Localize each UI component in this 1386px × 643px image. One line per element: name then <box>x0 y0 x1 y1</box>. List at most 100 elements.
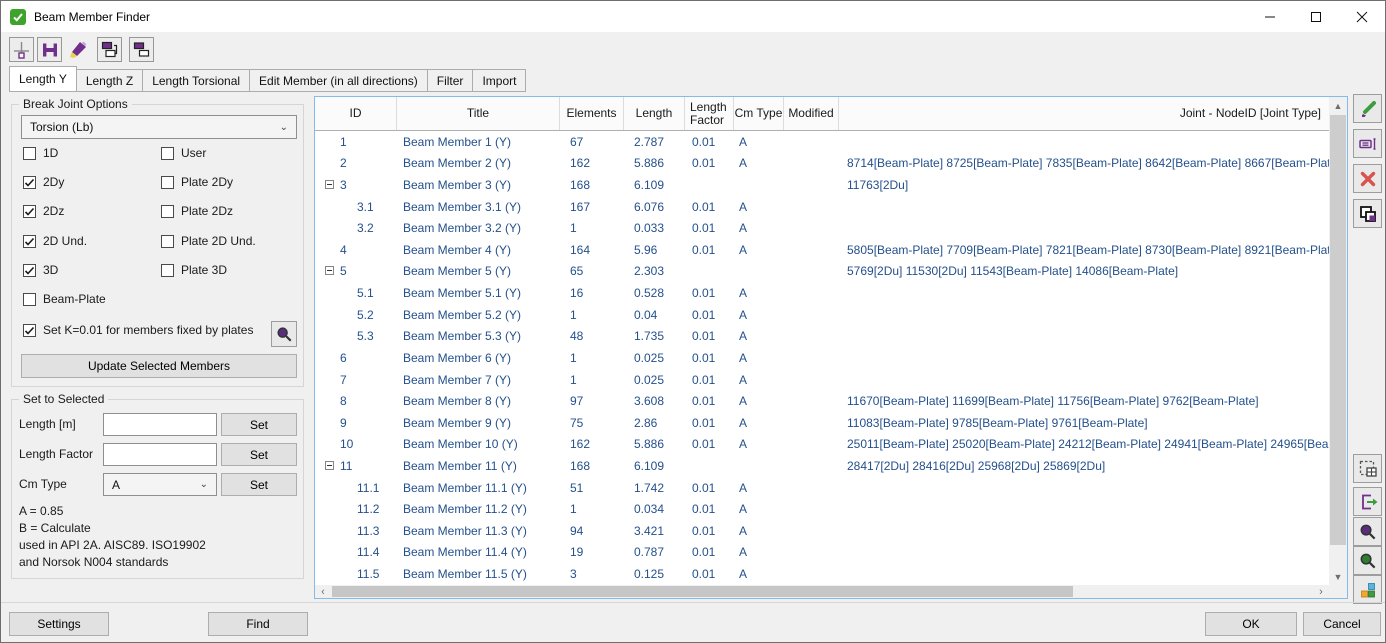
torsion-select[interactable]: Torsion (Lb) ⌄ <box>21 115 297 139</box>
column-header-length-factor[interactable]: Length Factor <box>685 97 734 130</box>
cell-id: 5.3 <box>315 329 374 343</box>
set-length-factor-button[interactable]: Set <box>221 443 297 466</box>
checkbox-3d[interactable]: 3D <box>23 264 161 293</box>
copy-settings-button[interactable] <box>97 37 122 62</box>
export-member-button[interactable] <box>1353 487 1382 516</box>
column-header-joint[interactable]: Joint - NodeID [Joint Type] <box>839 97 1329 130</box>
edit-member-button[interactable] <box>1353 94 1382 123</box>
table-row[interactable]: 11 Beam Member 11 (Y) 168 6.109 28417[2D… <box>315 455 1329 477</box>
checkbox-plate-2dz[interactable]: Plate 2Dz <box>161 205 295 234</box>
select-cells-button[interactable] <box>1353 454 1382 483</box>
table-row[interactable]: 11.5 Beam Member 11.5 (Y) 3 0.125 0.01 A <box>315 563 1329 585</box>
tab-edit-member-in-all-directions[interactable]: Edit Member (in all directions) <box>250 69 428 92</box>
rename-member-button[interactable] <box>1353 129 1382 158</box>
set-cm-type-button[interactable]: Set <box>221 473 297 496</box>
tab-length-z[interactable]: Length Z <box>77 69 143 92</box>
brush-clear-icon <box>67 39 89 61</box>
length-input[interactable] <box>103 413 217 436</box>
vertical-scroll-thumb[interactable] <box>1330 115 1346 545</box>
horizontal-scroll-thumb[interactable] <box>332 586 1073 597</box>
length-factor-input[interactable] <box>103 443 217 466</box>
cell-cm-type: A <box>734 524 784 538</box>
table-row[interactable]: 3 Beam Member 3 (Y) 168 6.109 11763[2Du] <box>315 174 1329 196</box>
checkbox-box <box>23 205 36 218</box>
table-row[interactable]: 10 Beam Member 10 (Y) 162 5.886 0.01 A 2… <box>315 434 1329 456</box>
find-button[interactable]: Find <box>208 612 308 636</box>
column-header-cm-type[interactable]: Cm Type <box>734 97 784 130</box>
checkbox-2d-und[interactable]: 2D Und. <box>23 235 161 264</box>
delete-member-button[interactable] <box>1353 164 1382 193</box>
cancel-button[interactable]: Cancel <box>1303 612 1381 636</box>
cell-cm-type: A <box>734 373 784 387</box>
cell-title: Beam Member 11.3 (Y) <box>397 524 560 538</box>
view-3d-button[interactable] <box>1353 575 1382 604</box>
column-header-elements[interactable]: Elements <box>560 97 624 130</box>
cell-id: 10 <box>315 437 353 451</box>
horizontal-scrollbar[interactable]: ‹ › <box>315 585 1329 598</box>
table-row[interactable]: 3.1 Beam Member 3.1 (Y) 167 6.076 0.01 A <box>315 196 1329 218</box>
joint-node-button[interactable] <box>9 37 34 62</box>
maximize-button[interactable] <box>1293 1 1339 32</box>
column-header-title[interactable]: Title <box>397 97 560 130</box>
settings-button[interactable]: Settings <box>9 612 109 636</box>
tab-length-torsional[interactable]: Length Torsional <box>143 69 250 92</box>
table-row[interactable]: 9 Beam Member 9 (Y) 75 2.86 0.01 A 11083… <box>315 412 1329 434</box>
table-row[interactable]: 2 Beam Member 2 (Y) 162 5.886 0.01 A 871… <box>315 153 1329 175</box>
table-row[interactable]: 4 Beam Member 4 (Y) 164 5.96 0.01 A 5805… <box>315 239 1329 261</box>
vertical-scrollbar[interactable]: ▲ ▼ <box>1329 97 1347 585</box>
table-row[interactable]: 5 Beam Member 5 (Y) 65 2.303 5769[2Du] 1… <box>315 261 1329 283</box>
checkbox-1d[interactable]: 1D <box>23 147 161 176</box>
table-row[interactable]: 5.3 Beam Member 5.3 (Y) 48 1.735 0.01 A <box>315 325 1329 347</box>
column-header-id[interactable]: ID <box>315 97 397 130</box>
cell-title: Beam Member 7 (Y) <box>397 373 560 387</box>
table-row[interactable]: 3.2 Beam Member 3.2 (Y) 1 0.033 0.01 A <box>315 217 1329 239</box>
update-selected-members-button[interactable]: Update Selected Members <box>21 354 297 378</box>
scroll-up-icon[interactable]: ▲ <box>1329 97 1347 114</box>
tab-length-y[interactable]: Length Y <box>9 66 77 92</box>
set-k-find-button[interactable] <box>271 321 297 347</box>
checkbox-user[interactable]: User <box>161 147 295 176</box>
scroll-down-icon[interactable]: ▼ <box>1329 568 1347 585</box>
beam-member-button[interactable] <box>37 37 62 62</box>
column-header-length[interactable]: Length <box>624 97 685 130</box>
table-row[interactable]: 11.4 Beam Member 11.4 (Y) 19 0.787 0.01 … <box>315 542 1329 564</box>
checkbox-set-k[interactable]: Set K=0.01 for members fixed by plates <box>23 324 263 337</box>
close-button[interactable] <box>1339 1 1385 32</box>
scroll-left-icon[interactable]: ‹ <box>315 585 331 598</box>
collapse-expander-icon[interactable] <box>325 266 334 275</box>
collapse-expander-icon[interactable] <box>325 461 334 470</box>
export-member-icon <box>1358 492 1378 512</box>
table-row[interactable]: 8 Beam Member 8 (Y) 97 3.608 0.01 A 1167… <box>315 390 1329 412</box>
tab-filter[interactable]: Filter <box>428 69 474 92</box>
find-purple-button[interactable] <box>1353 517 1382 546</box>
scroll-right-icon[interactable]: › <box>1313 585 1329 598</box>
ok-button[interactable]: OK <box>1205 612 1297 636</box>
scrollbar-corner <box>1329 585 1347 598</box>
table-row[interactable]: 6 Beam Member 6 (Y) 1 0.025 0.01 A <box>315 347 1329 369</box>
table-row[interactable]: 5.2 Beam Member 5.2 (Y) 1 0.04 0.01 A <box>315 304 1329 326</box>
table-row[interactable]: 7 Beam Member 7 (Y) 1 0.025 0.01 A <box>315 369 1329 391</box>
checkbox-2dy[interactable]: 2Dy <box>23 176 161 205</box>
checkbox-2dz[interactable]: 2Dz <box>23 205 161 234</box>
table-row[interactable]: 5.1 Beam Member 5.1 (Y) 16 0.528 0.01 A <box>315 282 1329 304</box>
clear-button[interactable] <box>65 37 90 62</box>
table-row[interactable]: 11.3 Beam Member 11.3 (Y) 94 3.421 0.01 … <box>315 520 1329 542</box>
checkbox-plate-2dy[interactable]: Plate 2Dy <box>161 176 295 205</box>
checkbox-plate-3d[interactable]: Plate 3D <box>161 264 295 293</box>
checkbox-beam-plate[interactable]: Beam-Plate <box>23 293 161 322</box>
cell-joint: 11083[Beam-Plate] 9785[Beam-Plate] 9761[… <box>839 416 1329 430</box>
cell-id: 5.2 <box>315 308 374 322</box>
table-row[interactable]: 1 Beam Member 1 (Y) 67 2.787 0.01 A <box>315 131 1329 153</box>
table-row[interactable]: 11.2 Beam Member 11.2 (Y) 1 0.034 0.01 A <box>315 498 1329 520</box>
find-green-button[interactable] <box>1353 546 1382 575</box>
cm-type-select[interactable]: A ⌄ <box>103 473 217 496</box>
table-row[interactable]: 11.1 Beam Member 11.1 (Y) 51 1.742 0.01 … <box>315 477 1329 499</box>
column-header-modified[interactable]: Modified <box>784 97 839 130</box>
add-member-button[interactable] <box>1353 199 1382 228</box>
collapse-expander-icon[interactable] <box>325 180 334 189</box>
set-length-button[interactable]: Set <box>221 413 297 436</box>
checkbox-plate-2d-und[interactable]: Plate 2D Und. <box>161 235 295 264</box>
minimize-button[interactable] <box>1247 1 1293 32</box>
copy-single-button[interactable] <box>129 37 154 62</box>
tab-import[interactable]: Import <box>473 69 526 92</box>
